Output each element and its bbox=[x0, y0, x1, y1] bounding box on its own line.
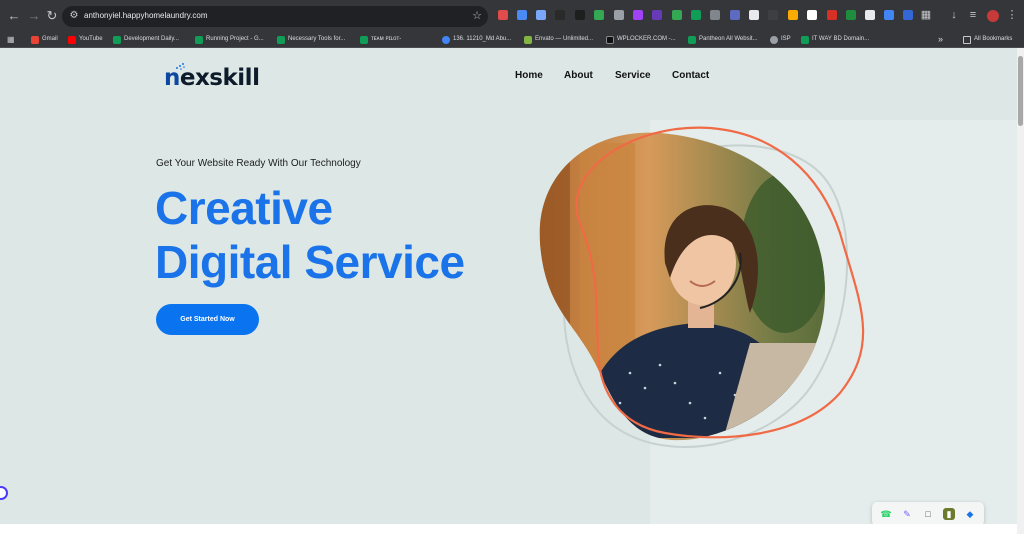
wplocker-icon bbox=[606, 35, 614, 44]
address-bar[interactable]: ⚙ anthonyiel.happyhomelaundry.com ☆ bbox=[62, 6, 488, 27]
menu-kebab-icon[interactable]: ⋮ bbox=[1005, 8, 1019, 22]
hero-eyebrow: Get Your Website Ready With Our Technolo… bbox=[156, 158, 361, 169]
photo-group bbox=[539, 132, 825, 441]
bookmark-item[interactable]: YouTube bbox=[68, 34, 103, 45]
bookmark-item[interactable]: ISP bbox=[770, 34, 791, 45]
site-info-icon[interactable]: ⚙ bbox=[68, 10, 80, 22]
hero-headline: Creative Digital Service bbox=[155, 181, 465, 289]
bookmark-item[interactable]: Necessary Tools for... bbox=[277, 34, 345, 45]
youtube-icon bbox=[68, 35, 76, 44]
extension-icon[interactable] bbox=[846, 10, 856, 20]
book-icon[interactable]: ▮ bbox=[943, 508, 955, 520]
shield-icon[interactable]: ◆ bbox=[964, 508, 976, 520]
extension-icon[interactable] bbox=[749, 10, 759, 20]
extension-icon[interactable] bbox=[594, 10, 604, 20]
bookmark-item[interactable]: Gmail bbox=[31, 34, 58, 45]
bookmark-item[interactable]: Envato — Unlimited... bbox=[524, 34, 593, 45]
reload-icon[interactable]: ↻ bbox=[44, 8, 60, 24]
headline-line-1: Creative bbox=[155, 182, 333, 234]
extensions-puzzle-icon[interactable]: ▦ bbox=[919, 8, 933, 22]
url-text[interactable]: anthonyiel.happyhomelaundry.com bbox=[84, 10, 207, 22]
extension-icon[interactable] bbox=[768, 10, 778, 20]
extension-icon[interactable] bbox=[652, 10, 662, 20]
extension-icon[interactable] bbox=[498, 10, 508, 20]
nav-contact[interactable]: Contact bbox=[672, 69, 709, 83]
bookmark-item[interactable]: 136. 11210_Md Abu... bbox=[442, 34, 511, 45]
scrollbar-thumb[interactable] bbox=[1018, 56, 1023, 126]
whatsapp-icon[interactable]: ☎ bbox=[880, 508, 892, 520]
footer-strip bbox=[0, 524, 1017, 534]
forward-icon[interactable]: → bbox=[26, 8, 42, 24]
extension-icon[interactable] bbox=[691, 10, 701, 20]
sheets-icon bbox=[801, 35, 809, 44]
extension-icon[interactable] bbox=[865, 10, 875, 20]
accessibility-widget[interactable] bbox=[0, 486, 8, 500]
extension-icon[interactable] bbox=[633, 10, 643, 20]
envato-icon bbox=[524, 35, 532, 44]
extension-icon[interactable] bbox=[614, 10, 624, 20]
bookmark-item[interactable]: Running Project - G... bbox=[195, 34, 264, 45]
all-bookmarks-folder[interactable]: All Bookmarks bbox=[963, 34, 1012, 45]
extension-icon[interactable] bbox=[672, 10, 682, 20]
hero-image bbox=[539, 126, 865, 448]
browser-toolbar: ← → ↻ ⚙ anthonyiel.happyhomelaundry.com … bbox=[0, 0, 1024, 32]
headline-line-2: Digital Service bbox=[155, 236, 465, 288]
sheets-icon bbox=[688, 35, 696, 44]
profile-avatar[interactable] bbox=[987, 10, 999, 22]
extension-icon[interactable] bbox=[575, 10, 585, 20]
web-page: nexskill Home About Service Contact Get … bbox=[0, 48, 1017, 534]
bookmarks-overflow-icon[interactable]: » bbox=[938, 34, 943, 45]
apps-grid-icon[interactable]: ▦ bbox=[7, 35, 16, 44]
bookmark-item[interactable]: Development Daily... bbox=[113, 34, 179, 45]
sheets-icon bbox=[277, 35, 285, 44]
bookmark-item[interactable]: Pantheon All Websit... bbox=[688, 34, 758, 45]
globe-icon bbox=[770, 35, 778, 44]
chrome-icon bbox=[442, 35, 450, 44]
nav-home[interactable]: Home bbox=[515, 69, 543, 83]
extension-icon[interactable] bbox=[884, 10, 894, 20]
extension-icon[interactable] bbox=[730, 10, 740, 20]
extension-icon[interactable] bbox=[517, 10, 527, 20]
folder-icon bbox=[963, 35, 971, 44]
extension-icon[interactable] bbox=[536, 10, 546, 20]
gmail-icon bbox=[31, 35, 39, 44]
chat-icon[interactable]: □ bbox=[922, 508, 934, 520]
extension-icon[interactable] bbox=[827, 10, 837, 20]
nav-service[interactable]: Service bbox=[615, 69, 651, 83]
floating-toolbar: ☎ ✎ □ ▮ ◆ bbox=[872, 502, 984, 526]
bookmark-star-icon[interactable]: ☆ bbox=[472, 9, 482, 23]
bookmark-item[interactable]: ᴛᴇᴀᴍ ᴘɪʟᴏᴛ- bbox=[360, 34, 401, 45]
main-nav: Home About Service Contact bbox=[0, 69, 1017, 83]
extension-icon[interactable] bbox=[903, 10, 913, 20]
download-icon[interactable]: ↓ bbox=[947, 8, 961, 22]
page-scrollbar[interactable] bbox=[1017, 48, 1024, 534]
sheets-icon bbox=[113, 35, 121, 44]
back-icon[interactable]: ← bbox=[6, 8, 22, 24]
pen-icon[interactable]: ✎ bbox=[901, 508, 913, 520]
sheets-icon bbox=[360, 35, 368, 44]
bookmarks-bar: ▦ Gmail YouTube Development Daily... Run… bbox=[0, 32, 1024, 48]
sheets-icon bbox=[195, 35, 203, 44]
extension-icon[interactable] bbox=[555, 10, 565, 20]
extension-icon[interactable] bbox=[807, 10, 817, 20]
extension-icon[interactable] bbox=[710, 10, 720, 20]
bookmark-item[interactable]: IT WAY BD Domain... bbox=[801, 34, 869, 45]
bookmark-item[interactable]: WPLOCKER.COM -... bbox=[606, 34, 676, 45]
extension-icon[interactable] bbox=[788, 10, 798, 20]
get-started-button[interactable]: Get Started Now bbox=[156, 304, 259, 335]
reading-list-icon[interactable]: ≡ bbox=[966, 8, 980, 22]
nav-about[interactable]: About bbox=[564, 69, 593, 83]
